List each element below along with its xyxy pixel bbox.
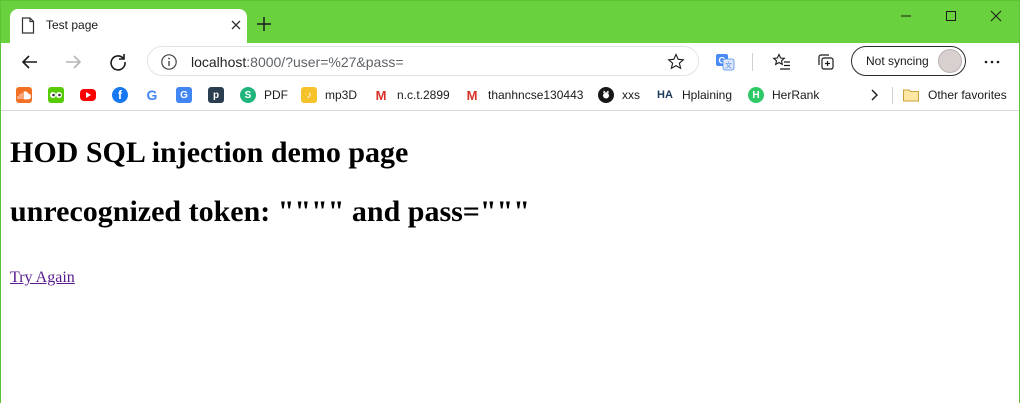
- close-tab-icon[interactable]: [228, 17, 244, 33]
- avatar: [938, 49, 962, 73]
- bookmark-label: n.c.t.2899: [397, 88, 450, 102]
- browser-window: Test page localhost:8000/?user=%27&pass=…: [0, 0, 1020, 403]
- sync-status-label: Not syncing: [866, 54, 929, 68]
- other-favorites-folder[interactable]: Other favorites: [902, 86, 1007, 104]
- collections-button[interactable]: [815, 51, 837, 73]
- duolingo-icon: [48, 87, 64, 103]
- bookmark-mp3d[interactable]: ♪ mp3D: [301, 86, 357, 104]
- bookmark-herrank[interactable]: H HerRank: [748, 86, 819, 104]
- gmail-icon: M: [464, 87, 480, 103]
- youtube-icon: [80, 89, 96, 101]
- url-host: localhost: [191, 54, 247, 70]
- maximize-icon: [946, 11, 956, 21]
- page-heading: HOD SQL injection demo page: [10, 136, 409, 169]
- tab-test-page[interactable]: Test page: [10, 9, 247, 43]
- bookmark-label: Hplaining: [682, 88, 733, 102]
- minimize-icon: [901, 15, 911, 17]
- try-again-link[interactable]: Try Again: [10, 269, 75, 287]
- bookmark-hplaining[interactable]: HA Hplaining: [656, 86, 732, 104]
- close-window-icon: [990, 10, 1002, 22]
- bookmark-duolingo[interactable]: [48, 86, 64, 104]
- minimize-button[interactable]: [883, 1, 929, 31]
- toolbar-divider: [752, 53, 753, 71]
- translate-button[interactable]: G 文: [714, 51, 736, 73]
- ha-icon: HA: [656, 87, 674, 103]
- favorites-button[interactable]: [771, 51, 793, 73]
- bookmarks-bar: f G G p S PDF ♪ mp3D M n.c.t.2899 M than…: [1, 80, 1019, 111]
- forward-button[interactable]: [59, 48, 87, 76]
- hackerrank-icon: H: [748, 87, 764, 103]
- bookmark-p[interactable]: p: [208, 86, 224, 104]
- soundcloud-icon: [16, 87, 32, 103]
- bookmark-pdf[interactable]: S PDF: [240, 86, 288, 104]
- url-text: localhost:8000/?user=%27&pass=: [191, 54, 404, 70]
- settings-more-button[interactable]: [981, 51, 1003, 73]
- bookmark-github[interactable]: xxs: [598, 86, 640, 104]
- refresh-button[interactable]: [104, 48, 132, 76]
- url-path: :8000/?user=%27&pass=: [246, 54, 404, 70]
- toolbar: localhost:8000/?user=%27&pass= G 文 Not s…: [1, 43, 1019, 80]
- gmail-icon: M: [373, 87, 389, 103]
- github-icon: [598, 87, 614, 103]
- bookmark-gmail-1[interactable]: M n.c.t.2899: [373, 86, 450, 104]
- mp3d-icon: ♪: [301, 87, 317, 103]
- s-pdf-icon: S: [240, 87, 256, 103]
- page-icon: [21, 17, 35, 34]
- google-translate-icon: G: [176, 87, 192, 103]
- bookmark-gmail-2[interactable]: M thanhncse130443: [464, 86, 583, 104]
- bookmark-youtube[interactable]: [80, 86, 96, 104]
- more-bookmarks-button[interactable]: [867, 86, 881, 104]
- folder-icon: [903, 89, 919, 102]
- title-bar: Test page: [1, 1, 1019, 43]
- forward-arrow-icon: [66, 55, 82, 69]
- more-dots-icon: [984, 60, 1000, 64]
- favorites-list-icon: [772, 53, 790, 70]
- maximize-button[interactable]: [928, 1, 974, 31]
- bookmark-facebook[interactable]: f: [112, 86, 128, 104]
- close-window-button[interactable]: [973, 1, 1019, 31]
- site-info-icon[interactable]: [160, 53, 178, 71]
- back-button[interactable]: [16, 48, 44, 76]
- facebook-icon: f: [112, 87, 128, 103]
- translate-icon: G 文: [716, 54, 735, 71]
- back-arrow-icon: [21, 55, 37, 69]
- bookmark-google-translate[interactable]: G: [176, 86, 192, 104]
- error-message: unrecognized token: """" and pass=""": [10, 195, 530, 228]
- profile-sync-button[interactable]: Not syncing: [851, 46, 966, 76]
- google-icon: G: [144, 87, 160, 103]
- favorite-star-icon[interactable]: [666, 52, 686, 72]
- refresh-icon: [110, 54, 126, 71]
- chevron-right-icon: [871, 89, 878, 101]
- tab-title: Test page: [46, 18, 99, 32]
- new-tab-icon[interactable]: [255, 15, 273, 33]
- bookmarks-divider: [892, 87, 893, 104]
- other-favorites-label: Other favorites: [928, 88, 1007, 102]
- bookmark-label: mp3D: [325, 88, 358, 102]
- bookmark-label: xxs: [622, 88, 640, 102]
- p-icon: p: [208, 87, 224, 103]
- address-bar[interactable]: localhost:8000/?user=%27&pass=: [147, 46, 699, 76]
- bookmark-google[interactable]: G: [144, 86, 160, 104]
- bookmark-soundcloud[interactable]: [16, 86, 32, 104]
- bookmark-label: thanhncse130443: [488, 88, 584, 102]
- bookmark-label: PDF: [264, 88, 288, 102]
- page-content: HOD SQL injection demo page unrecognized…: [1, 111, 1019, 403]
- svg-text:文: 文: [725, 61, 732, 70]
- collections-icon: [818, 54, 834, 70]
- bookmark-label: HerRank: [772, 88, 820, 102]
